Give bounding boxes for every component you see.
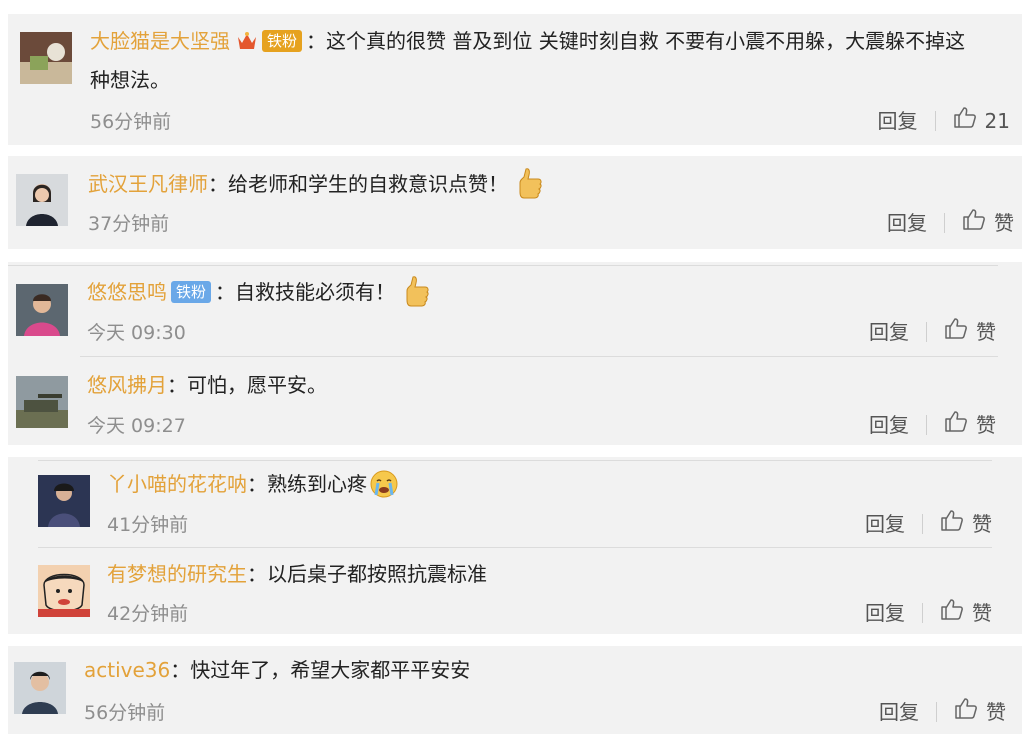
- avatar[interactable]: [20, 32, 72, 84]
- comment-content: active36：快过年了，希望大家都平平安安: [84, 658, 471, 682]
- like-button-label[interactable]: 赞: [994, 209, 1014, 237]
- comment-content: 武汉王凡律师：给老师和学生的自救意识点赞！: [88, 165, 544, 211]
- comment-card: active36：快过年了，希望大家都平平安安 56分钟前 回复 赞: [8, 646, 1022, 734]
- like-count[interactable]: 21: [985, 107, 1010, 135]
- like-icon[interactable]: [940, 509, 964, 538]
- divider: [38, 460, 992, 461]
- reply-button[interactable]: 回复: [879, 698, 919, 726]
- like-button-label[interactable]: 赞: [972, 599, 992, 627]
- comment-text: 给老师和学生的自救意识点赞！: [228, 172, 508, 196]
- like-button-label[interactable]: 赞: [986, 698, 1006, 726]
- divider: [926, 414, 927, 435]
- crown-icon: [236, 25, 258, 63]
- username[interactable]: 大脸猫是大坚强: [90, 29, 230, 53]
- username[interactable]: 丫小喵的花花呐: [107, 472, 247, 496]
- comment-text: 以后桌子都按照抗震标准: [267, 562, 487, 586]
- comment-content: 大脸猫是大坚强 铁粉 ：这个真的很赞 普及到位 关键时刻自救 不要有小震不用躲，大震…: [90, 22, 965, 63]
- divider: [922, 602, 923, 623]
- comment-card: 武汉王凡律师：给老师和学生的自救意识点赞！ 37分钟前 回复 赞: [8, 156, 1022, 249]
- reply-button[interactable]: 回复: [869, 318, 909, 346]
- fan-badge: 铁粉: [171, 281, 212, 303]
- username[interactable]: active36: [84, 658, 170, 682]
- username[interactable]: 武汉王凡律师: [88, 172, 208, 196]
- comment-text: 熟练到心疼: [267, 472, 367, 496]
- comment-content: 悠风拂月：可怕，愿平安。: [87, 373, 327, 397]
- username[interactable]: 悠悠思鸣: [87, 280, 167, 304]
- comment-text-continued: 种想法。: [90, 68, 170, 92]
- like-button-label[interactable]: 赞: [972, 510, 992, 538]
- like-icon[interactable]: [962, 208, 986, 237]
- comment-text: 快过年了，希望大家都平平安安: [190, 658, 471, 682]
- divider: [944, 212, 945, 233]
- divider: [934, 110, 936, 131]
- like-icon[interactable]: [953, 106, 977, 135]
- timestamp: 今天 09:30: [87, 322, 186, 344]
- like-icon[interactable]: [954, 697, 978, 726]
- timestamp: 42分钟前: [107, 603, 189, 625]
- comment-actions: 回复 赞: [869, 409, 996, 437]
- avatar[interactable]: [16, 376, 68, 428]
- reply-button[interactable]: 回复: [878, 107, 918, 135]
- comment-actions: 回复 21: [878, 105, 1010, 133]
- comment-content: 丫小喵的花花呐：熟练到心疼: [107, 465, 399, 511]
- comment-text: 自救技能必须有！: [235, 280, 396, 304]
- username[interactable]: 悠风拂月: [87, 373, 167, 397]
- comment-actions: 回复 赞: [865, 508, 992, 536]
- like-button-label[interactable]: 赞: [976, 411, 996, 439]
- divider: [38, 547, 992, 548]
- like-icon[interactable]: [944, 410, 968, 439]
- avatar[interactable]: [14, 662, 66, 714]
- comment-text: 可怕，愿平安。: [187, 373, 327, 397]
- timestamp: 37分钟前: [88, 213, 170, 235]
- comment-content: 悠悠思鸣 铁粉 ：自救技能必须有！: [87, 273, 431, 319]
- avatar[interactable]: [16, 284, 68, 336]
- comment-card: 大脸猫是大坚强 铁粉 ：这个真的很赞 普及到位 关键时刻自救 不要有小震不用躲，大震…: [8, 14, 1022, 145]
- like-icon[interactable]: [944, 317, 968, 346]
- thumbs-up-emoji-icon: [516, 167, 544, 211]
- like-button-label[interactable]: 赞: [976, 318, 996, 346]
- comment-actions: 回复 赞: [879, 696, 1006, 724]
- comment-card: 悠悠思鸣 铁粉 ：自救技能必须有！ 今天 09:30 回复赞 悠风拂月：可怕，愿平安…: [8, 262, 1022, 445]
- reply-button[interactable]: 回复: [865, 510, 905, 538]
- divider: [926, 321, 927, 342]
- comment-card: 丫小喵的花花呐：熟练到心疼 41分钟前 回复赞 有梦想的研究生：以后桌子都按照抗…: [8, 457, 1022, 634]
- divider: [936, 701, 937, 722]
- thumbs-up-emoji-icon: [403, 275, 431, 319]
- divider: [8, 265, 998, 266]
- comment-actions: 回复 赞: [887, 207, 1014, 235]
- reply-button[interactable]: 回复: [887, 209, 927, 237]
- comment-content: 有梦想的研究生：以后桌子都按照抗震标准: [107, 562, 487, 586]
- timestamp: 41分钟前: [107, 514, 189, 536]
- timestamp: 56分钟前: [84, 702, 166, 724]
- avatar[interactable]: [38, 565, 90, 617]
- reply-button[interactable]: 回复: [869, 411, 909, 439]
- divider: [80, 356, 998, 357]
- avatar[interactable]: [16, 174, 68, 226]
- username[interactable]: 有梦想的研究生: [107, 562, 247, 586]
- like-icon[interactable]: [940, 598, 964, 627]
- fan-badge: 铁粉: [262, 30, 303, 52]
- avatar[interactable]: [38, 475, 90, 527]
- reply-button[interactable]: 回复: [865, 599, 905, 627]
- comment-actions: 回复 赞: [869, 316, 996, 344]
- comment-actions: 回复 赞: [865, 597, 992, 625]
- divider: [922, 513, 923, 534]
- comment-text: 这个真的很赞 普及到位 关键时刻自救 不要有小震不用躲，大震躲不掉这: [326, 29, 966, 53]
- timestamp: 今天 09:27: [87, 415, 186, 437]
- timestamp: 56分钟前: [90, 111, 172, 133]
- crying-emoji-icon: [369, 469, 399, 511]
